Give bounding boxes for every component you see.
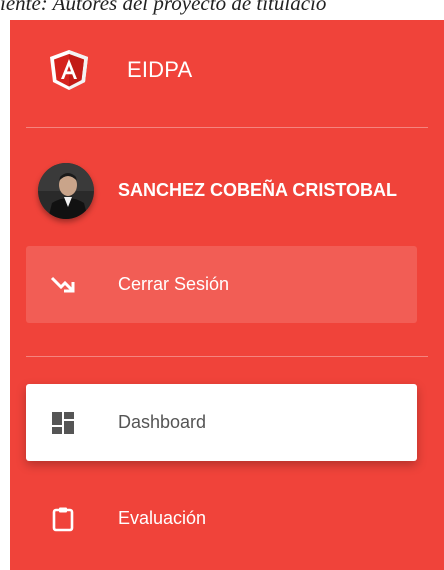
nav-item-evaluacion[interactable]: Evaluación: [26, 480, 417, 557]
nav-label: Dashboard: [118, 412, 207, 432]
brand-name: EIDPA: [127, 57, 193, 82]
angular-logo-icon: [50, 50, 88, 90]
user-avatar: [38, 163, 94, 219]
nav-item-dashboard[interactable]: Dashboard: [26, 384, 417, 461]
caption-text: iente: Autores del proyecto de titulació: [0, 0, 327, 15]
divider: [26, 356, 428, 357]
dashboard-icon: [50, 410, 76, 436]
logout-label: Cerrar Sesión: [118, 274, 230, 294]
logout-button[interactable]: Cerrar Sesión: [26, 246, 417, 323]
brand[interactable]: EIDPA: [10, 20, 444, 124]
nav-label: Evaluación: [118, 508, 207, 528]
clipboard-icon: [50, 506, 76, 532]
trending-down-arrow-icon: [50, 272, 76, 298]
divider: [26, 127, 428, 128]
user-name: SANCHEZ COBEÑA CRISTOBAL: [118, 180, 398, 200]
sidebar: EIDPA SANCHEZ COBEÑA CRISTOBAL Cerrar Se…: [10, 20, 444, 570]
user-profile[interactable]: SANCHEZ COBEÑA CRISTOBAL: [10, 155, 444, 219]
